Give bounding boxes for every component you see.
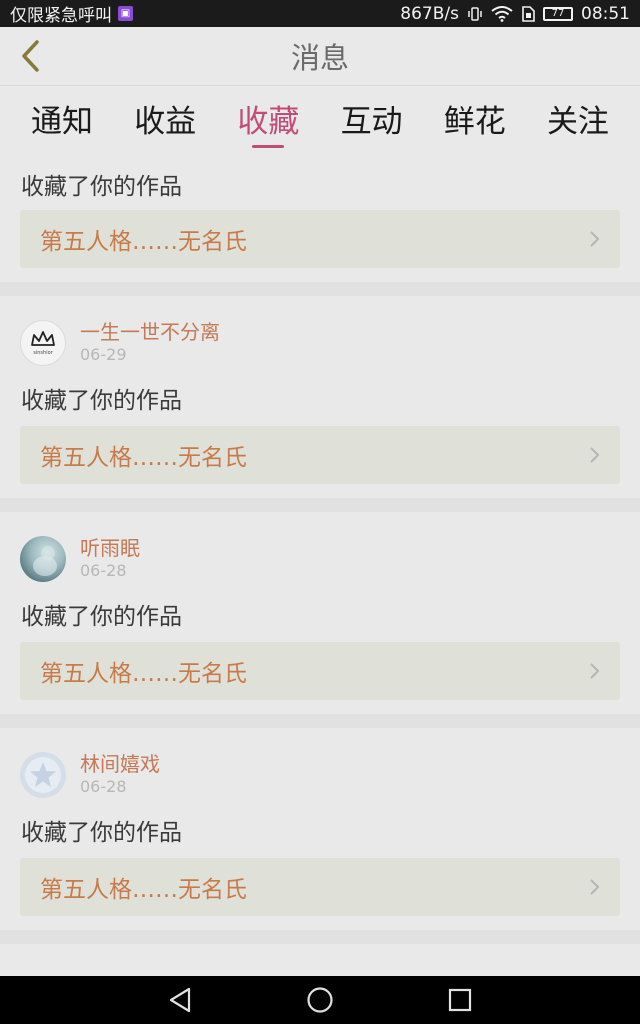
tab-label: 收藏 [237, 103, 300, 140]
square-recents-icon [448, 988, 472, 1012]
chevron-right-icon [590, 231, 600, 247]
chevron-right-icon [590, 663, 600, 679]
tab-interactions[interactable]: 互动 [332, 86, 412, 150]
status-left: 仅限紧急呼叫 ▣ [10, 1, 133, 26]
page-title: 消息 [290, 41, 349, 75]
tab-label: 通知 [31, 103, 93, 140]
nav-recents-button[interactable] [438, 978, 482, 1022]
date: 06-28 [80, 561, 127, 580]
tab-favorites[interactable]: 收藏 [228, 86, 308, 150]
avatar[interactable] [20, 536, 66, 582]
circle-home-icon [307, 987, 333, 1013]
default-star-avatar-icon [25, 757, 61, 793]
user-row[interactable]: 听雨眠 06-28 [0, 526, 640, 592]
user-name[interactable]: 一生一世不分离 [80, 320, 220, 344]
tab-follows[interactable]: 关注 [538, 86, 618, 150]
tab-label: 互动 [340, 103, 403, 140]
tab-active-indicator [252, 145, 285, 148]
avatar[interactable]: sinshior [20, 320, 66, 366]
screen: 仅限紧急呼叫 ▣ 867B/s 77 08:51 消息 通知 收益 收藏 互动 … [0, 0, 640, 1024]
work-link[interactable]: 第五人格……无名氏 [20, 426, 620, 484]
tab-label: 关注 [546, 103, 609, 140]
user-meta: 林间嬉戏 06-28 [80, 752, 160, 798]
tab-bar: 通知 收益 收藏 互动 鲜花 关注 [0, 86, 640, 150]
tab-earnings[interactable]: 收益 [125, 86, 205, 150]
user-row[interactable]: sinshior 一生一世不分离 06-29 [0, 310, 640, 376]
sim-card-icon [521, 5, 535, 22]
message-list[interactable]: 收藏了你的作品 第五人格……无名氏 sinshior 一生一世不分离 06-29 [0, 150, 640, 976]
status-right: 867B/s 77 08:51 [400, 4, 630, 24]
action-text: 收藏了你的作品 [21, 820, 182, 846]
battery-icon: 77 [543, 6, 573, 21]
work-link[interactable]: 第五人格……无名氏 [20, 642, 620, 700]
tab-flowers[interactable]: 鲜花 [435, 86, 515, 150]
avatar[interactable] [20, 752, 66, 798]
battery-level: 77 [551, 7, 565, 19]
date: 06-29 [80, 345, 127, 364]
tab-notifications[interactable]: 通知 [22, 86, 102, 150]
divider [0, 498, 640, 512]
system-nav-bar [0, 976, 640, 1024]
divider [0, 930, 640, 944]
work-link[interactable]: 第五人格……无名氏 [20, 858, 620, 916]
status-bar: 仅限紧急呼叫 ▣ 867B/s 77 08:51 [0, 0, 640, 27]
avatar-text: sinshior [33, 350, 53, 356]
work-link[interactable]: 第五人格……无名氏 [20, 210, 620, 268]
header: 消息 [0, 27, 640, 85]
divider [0, 282, 640, 296]
clock: 08:51 [581, 3, 630, 24]
list-item: 听雨眠 06-28 收藏了你的作品 第五人格……无名氏 [0, 512, 640, 714]
photo-avatar-icon [33, 546, 57, 576]
list-item: sinshior 一生一世不分离 06-29 收藏了你的作品 第五人格……无名氏 [0, 296, 640, 498]
network-speed: 867B/s [400, 3, 459, 24]
nav-home-button[interactable] [298, 978, 342, 1022]
user-name[interactable]: 听雨眠 [80, 536, 140, 560]
back-button[interactable] [10, 36, 50, 76]
user-meta: 一生一世不分离 06-29 [80, 320, 220, 366]
triangle-back-icon [169, 987, 191, 1013]
work-title: 第五人格……无名氏 [40, 877, 247, 903]
chevron-right-icon [590, 447, 600, 463]
chevron-left-icon [22, 40, 39, 72]
divider [0, 714, 640, 728]
work-title: 第五人格……无名氏 [40, 661, 247, 687]
list-item: 林间嬉戏 06-28 收藏了你的作品 第五人格……无名氏 [0, 728, 640, 930]
user-row[interactable]: 林间嬉戏 06-28 [0, 742, 640, 808]
wifi-icon [491, 5, 513, 22]
carrier-text: 仅限紧急呼叫 [10, 6, 112, 26]
action-text: 收藏了你的作品 [21, 174, 182, 200]
tab-label: 收益 [134, 103, 197, 140]
list-item: 收藏了你的作品 第五人格……无名氏 [0, 150, 640, 282]
sim-icon: ▣ [118, 6, 133, 21]
nav-back-button[interactable] [158, 978, 202, 1022]
user-name[interactable]: 林间嬉戏 [80, 752, 160, 776]
crown-logo-icon: sinshior [31, 331, 55, 356]
date: 06-28 [80, 777, 127, 796]
chevron-right-icon [590, 879, 600, 895]
user-meta: 听雨眠 06-28 [80, 536, 140, 582]
action-text: 收藏了你的作品 [21, 388, 182, 414]
work-title: 第五人格……无名氏 [40, 445, 247, 471]
tab-label: 鲜花 [443, 103, 506, 140]
vibrate-icon [467, 6, 483, 22]
work-title: 第五人格……无名氏 [40, 229, 247, 255]
action-text: 收藏了你的作品 [21, 604, 182, 630]
